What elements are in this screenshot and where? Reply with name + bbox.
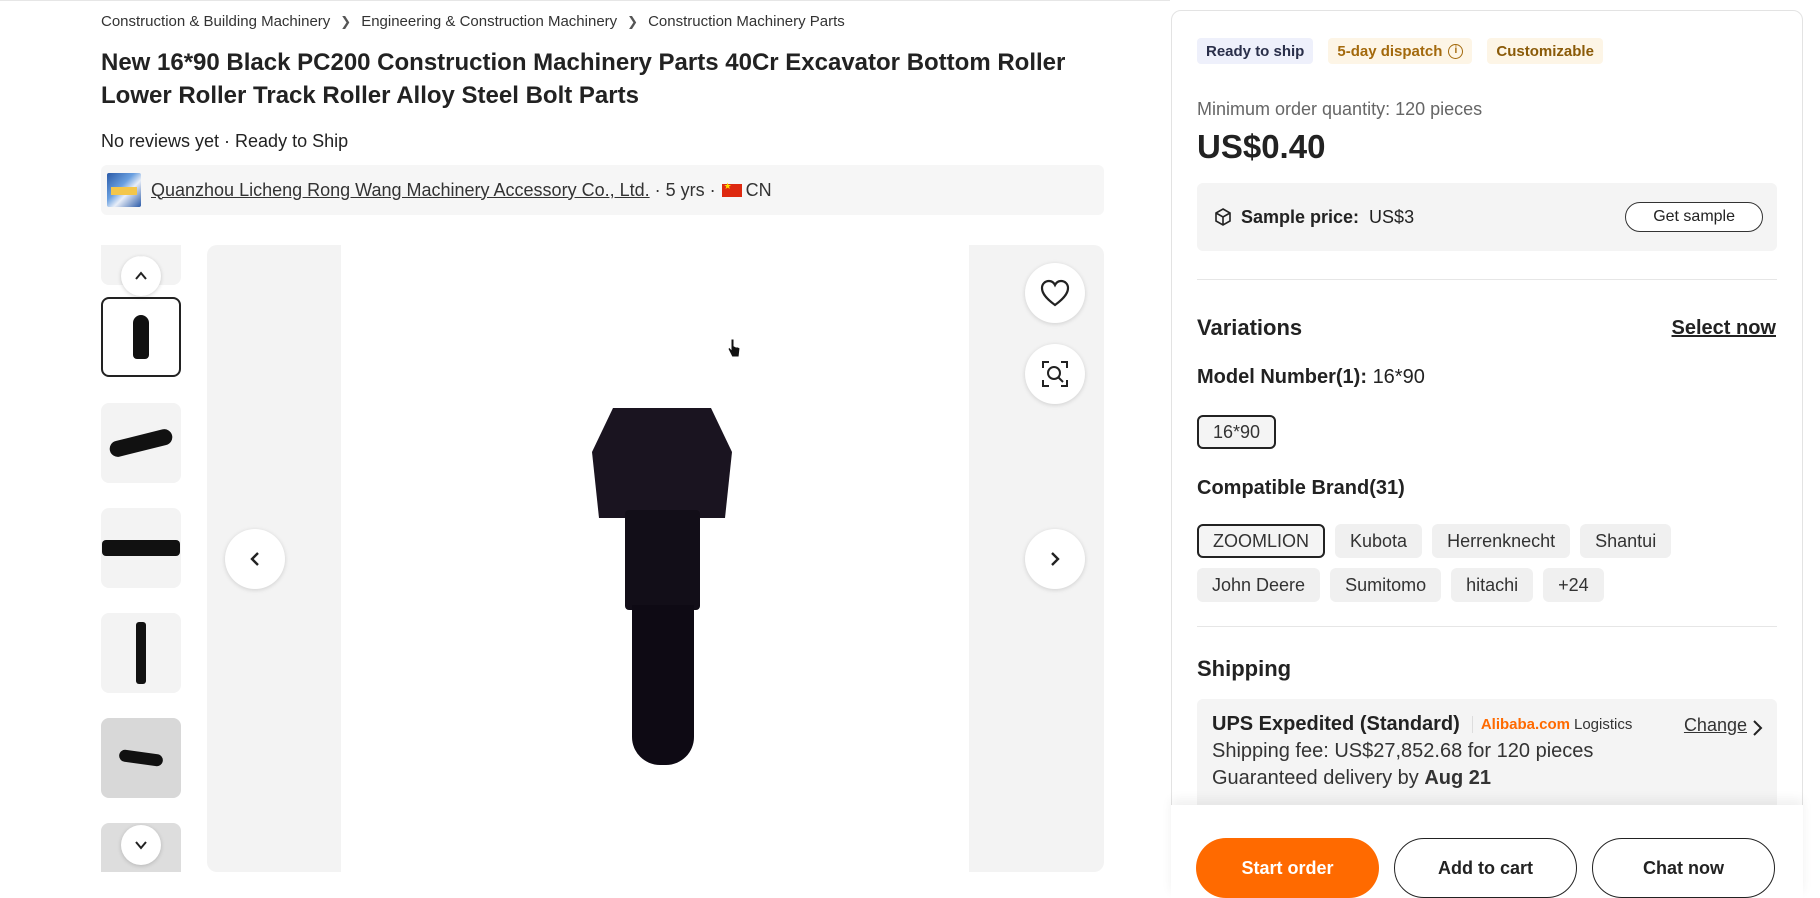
shipping-box: UPS Expedited (Standard) Alibaba.com Log… bbox=[1197, 699, 1777, 819]
brand-option[interactable]: John Deere bbox=[1197, 568, 1321, 602]
image-search-icon bbox=[1042, 361, 1068, 387]
info-icon[interactable]: i bbox=[1448, 43, 1464, 59]
top-border bbox=[0, 0, 1170, 2]
brand-option[interactable]: hitachi bbox=[1451, 568, 1534, 602]
sample-price-label: Sample price: bbox=[1241, 206, 1360, 227]
alibaba-logistics-logo: Alibaba.com bbox=[1471, 716, 1570, 733]
chevron-down-icon bbox=[135, 841, 147, 850]
compatible-brand-label: Compatible Brand(31) bbox=[1197, 477, 1405, 499]
select-now-link[interactable]: Select now bbox=[1672, 317, 1776, 340]
purchase-panel: Ready to ship 5-day dispatch i Customizab… bbox=[1171, 10, 1803, 898]
chevron-right-icon: ❯ bbox=[627, 13, 639, 29]
get-sample-button[interactable]: Get sample bbox=[1625, 202, 1763, 232]
previous-image-button[interactable] bbox=[225, 529, 285, 589]
action-bar: Start order Add to cart Chat now bbox=[1171, 805, 1803, 898]
brand-options: ZOOMLION Kubota Herrenknecht Shantui Joh… bbox=[1197, 524, 1757, 602]
change-shipping-link[interactable]: Change bbox=[1684, 715, 1747, 736]
product-title: New 16*90 Black PC200 Construction Machi… bbox=[101, 49, 1066, 109]
hand-cursor-icon bbox=[727, 338, 741, 358]
shipping-method: UPS Expedited (Standard) bbox=[1212, 713, 1460, 735]
divider bbox=[1197, 279, 1777, 280]
unit-price: US$0.40 bbox=[1197, 128, 1326, 165]
brand-option[interactable]: Sumitomo bbox=[1330, 568, 1442, 602]
add-to-cart-button[interactable]: Add to cart bbox=[1394, 838, 1577, 898]
thumbnail[interactable] bbox=[101, 297, 181, 377]
delivery-date: Aug 21 bbox=[1424, 767, 1492, 789]
china-flag-icon bbox=[721, 181, 742, 197]
thumbnail[interactable] bbox=[101, 718, 181, 798]
shipping-heading: Shipping bbox=[1197, 656, 1292, 681]
shipping-fee: Shipping fee: US$27,852.68 for 120 piece… bbox=[1212, 740, 1594, 762]
sample-price-box: Sample price: US$3 Get sample bbox=[1197, 183, 1777, 251]
guaranteed-delivery: Guaranteed delivery by Aug 21 bbox=[1212, 767, 1762, 790]
model-number-value: 16*90 bbox=[1372, 366, 1425, 388]
breadcrumb: Construction & Building Machinery ❯ Engi… bbox=[101, 13, 845, 30]
minimum-order-quantity: Minimum order quantity: 120 pieces bbox=[1197, 99, 1483, 119]
brand-option[interactable]: Herrenknecht bbox=[1432, 524, 1571, 558]
next-image-button[interactable] bbox=[1025, 529, 1085, 589]
model-number-attribute: Model Number(1): 16*90 bbox=[1197, 366, 1425, 389]
thumbnails-down-button[interactable] bbox=[121, 825, 161, 865]
chevron-up-icon bbox=[135, 271, 147, 280]
thumbnails-up-button[interactable] bbox=[121, 256, 161, 296]
supplier-name-link[interactable]: Quanzhou Licheng Rong Wang Machinery Acc… bbox=[151, 180, 650, 201]
delivery-prefix: Guaranteed delivery by bbox=[1212, 767, 1419, 789]
reviews-status: No reviews yet · Ready to Ship bbox=[101, 131, 349, 151]
badge-row: Ready to ship 5-day dispatch i Customizab… bbox=[1197, 38, 1603, 64]
thumbnail[interactable] bbox=[101, 403, 181, 483]
breadcrumb-item[interactable]: Construction Machinery Parts bbox=[648, 13, 845, 30]
brand-option[interactable]: Shantui bbox=[1580, 524, 1672, 558]
breadcrumb-item[interactable]: Construction & Building Machinery bbox=[101, 13, 330, 30]
start-order-button[interactable]: Start order bbox=[1196, 838, 1379, 898]
thumbnail-strip bbox=[101, 245, 181, 872]
chevron-left-icon bbox=[250, 552, 259, 566]
model-number-label: Model Number(1): bbox=[1197, 366, 1367, 388]
heart-icon bbox=[1040, 279, 1070, 307]
customizable-badge: Customizable bbox=[1487, 38, 1603, 64]
sample-price-value: US$3 bbox=[1369, 206, 1415, 227]
chevron-right-icon bbox=[1051, 552, 1060, 566]
box-icon bbox=[1215, 208, 1231, 226]
thumbnail[interactable] bbox=[101, 613, 181, 693]
model-options: 16*90 bbox=[1197, 415, 1757, 449]
image-search-button[interactable] bbox=[1025, 344, 1085, 404]
brand-option[interactable]: Kubota bbox=[1335, 524, 1423, 558]
bolt-image-neck bbox=[625, 510, 700, 610]
bolt-image-shank bbox=[632, 605, 694, 765]
chat-now-button[interactable]: Chat now bbox=[1592, 838, 1775, 898]
chevron-right-icon: ❯ bbox=[340, 13, 352, 29]
bolt-image-head bbox=[592, 408, 732, 518]
brand-option[interactable]: ZOOMLION bbox=[1197, 524, 1326, 558]
favorite-button[interactable] bbox=[1025, 263, 1085, 323]
dispatch-badge-label: 5-day dispatch bbox=[1337, 42, 1443, 60]
thumbnail[interactable] bbox=[101, 508, 181, 588]
variations-heading: Variations bbox=[1197, 315, 1303, 340]
divider bbox=[1197, 626, 1777, 627]
main-image-gallery[interactable] bbox=[207, 245, 1104, 872]
dispatch-badge[interactable]: 5-day dispatch i bbox=[1328, 38, 1473, 64]
supplier-years: · 5 yrs · bbox=[654, 179, 716, 200]
supplier-logo bbox=[107, 173, 141, 207]
supplier-country: CN bbox=[745, 179, 772, 200]
chevron-right-icon[interactable] bbox=[1750, 719, 1764, 737]
breadcrumb-item[interactable]: Engineering & Construction Machinery bbox=[361, 13, 617, 30]
logistics-label: Logistics bbox=[1574, 716, 1633, 733]
more-brands-button[interactable]: +24 bbox=[1543, 568, 1604, 602]
supplier-bar: Quanzhou Licheng Rong Wang Machinery Acc… bbox=[101, 165, 1104, 215]
ready-to-ship-badge: Ready to ship bbox=[1197, 38, 1314, 64]
model-option[interactable]: 16*90 bbox=[1197, 415, 1277, 449]
